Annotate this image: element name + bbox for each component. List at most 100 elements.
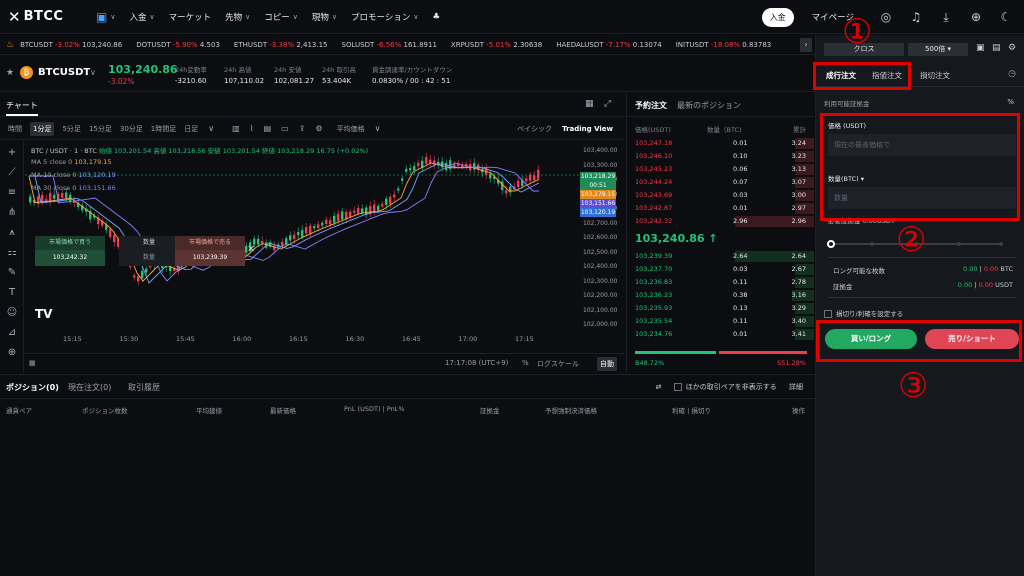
user-icon[interactable]: ◎ bbox=[878, 9, 894, 25]
clock-icon[interactable]: ◷ bbox=[1008, 69, 1016, 79]
book-row-ask[interactable]: 103,242.32 2.96 2.96 bbox=[627, 215, 814, 228]
tf-5m[interactable]: 5分足 bbox=[62, 124, 80, 134]
btcc-logo[interactable]: ✕ BTCC bbox=[8, 8, 82, 26]
book-row-bid[interactable]: 103,235.93 0.13 3.29 bbox=[627, 302, 814, 315]
tf-15m[interactable]: 15分足 bbox=[89, 124, 112, 134]
chevron-down-icon[interactable]: ∨ bbox=[208, 124, 214, 133]
forecast-icon[interactable]: ⚏ bbox=[5, 247, 19, 258]
zoom-icon[interactable]: ⊕ bbox=[5, 347, 19, 358]
tab-order-book[interactable]: 予約注文 bbox=[635, 100, 667, 111]
book-row-ask[interactable]: 103,245.23 0.06 3.13 bbox=[627, 163, 814, 176]
symbol-name[interactable]: BTCUSDT bbox=[38, 67, 90, 78]
book-row-ask[interactable]: 103,244.24 0.07 3.07 bbox=[627, 176, 814, 189]
book-row-bid[interactable]: 103,235.54 0.11 3.40 bbox=[627, 315, 814, 328]
price-type-select[interactable]: 平均価格 bbox=[337, 124, 365, 134]
chevron-right-icon[interactable]: › bbox=[800, 38, 812, 52]
book-row-bid[interactable]: 103,239.39 2.64 2.64 bbox=[627, 250, 814, 263]
mode-basic[interactable]: ベイシック bbox=[517, 125, 552, 133]
tf-30m[interactable]: 30分足 bbox=[120, 124, 143, 134]
ticker-item[interactable]: XRPUSDT -5.01% 2.30638 bbox=[451, 41, 542, 49]
chart-sell-market-box[interactable]: 市場価格で売る 103,239.39 bbox=[175, 236, 245, 266]
candlestick-chart[interactable] bbox=[25, 141, 625, 333]
log-scale-toggle[interactable]: ログスケール bbox=[537, 359, 579, 369]
bell-icon[interactable]: ♫ bbox=[908, 9, 924, 25]
book-icon[interactable]: ▤ bbox=[992, 43, 1001, 53]
download-icon[interactable]: ⤓ bbox=[938, 9, 954, 25]
calculator-icon[interactable]: ▣ bbox=[976, 43, 985, 53]
chart-qty-box[interactable]: 数量 数量 bbox=[119, 236, 179, 266]
percent-icon[interactable]: % bbox=[1007, 98, 1014, 106]
nav-spot[interactable]: 現物 ∨ bbox=[312, 11, 337, 23]
brush-icon[interactable]: ✎ bbox=[5, 267, 19, 278]
ticker-item[interactable]: HAEDALUSDT -7.17% 0.13074 bbox=[556, 41, 662, 49]
ticker-item[interactable]: DOTUSDT -5.90% 4.503 bbox=[136, 41, 220, 49]
pattern-icon[interactable]: ⩚ bbox=[5, 227, 19, 238]
mode-tradingview[interactable]: Trading View bbox=[562, 125, 613, 133]
leverage-button[interactable]: 500倍 ▾ bbox=[908, 43, 968, 56]
tf-1d[interactable]: 日足 bbox=[184, 124, 198, 134]
ticker-item[interactable]: ETHUSDT -3.38% 2,413.15 bbox=[234, 41, 328, 49]
settings-icon[interactable]: ⚙ bbox=[315, 124, 322, 133]
horizontal-lines-icon[interactable]: ≡ bbox=[5, 187, 19, 198]
text-icon[interactable]: T bbox=[5, 287, 19, 298]
book-row-ask[interactable]: 103,242.87 0.01 2.97 bbox=[627, 202, 814, 215]
nav-copy[interactable]: コピー ∨ bbox=[264, 11, 298, 23]
candle-type-icon[interactable]: ▥ bbox=[232, 124, 240, 133]
tab-positions[interactable]: ポジション(0) bbox=[6, 382, 59, 393]
gear-icon[interactable]: ⚙ bbox=[1008, 43, 1016, 53]
book-row-ask[interactable]: 103,247.18 0.01 3.24 bbox=[627, 137, 814, 150]
slider-mark[interactable] bbox=[957, 242, 961, 246]
chevron-down-icon[interactable]: ∨ bbox=[90, 68, 96, 77]
calendar-icon[interactable]: ▦ bbox=[29, 359, 36, 367]
fullscreen-icon[interactable]: ⤢ bbox=[604, 99, 611, 109]
ticker-item[interactable]: INITUSDT -18.08% 0.83783 bbox=[676, 41, 772, 49]
deposit-button[interactable]: 入金 bbox=[761, 7, 794, 27]
price-chart[interactable]: BTC / USDT · 1 · BTC 始値 103,201.54 高値 10… bbox=[25, 141, 625, 353]
percent-toggle[interactable]: % bbox=[522, 359, 529, 367]
book-row-bid[interactable]: 103,234.76 0.01 3.41 bbox=[627, 328, 814, 341]
mascot-icon[interactable]: ♣ bbox=[433, 12, 441, 22]
share-icon[interactable]: ⇪ bbox=[299, 124, 306, 133]
slider-mark[interactable] bbox=[870, 242, 874, 246]
book-row-bid[interactable]: 103,236.83 0.11 2.78 bbox=[627, 276, 814, 289]
star-icon[interactable]: ★ bbox=[6, 68, 14, 78]
sort-icon[interactable]: ⇄ bbox=[656, 383, 662, 391]
tab-trade-history[interactable]: 取引履歴 bbox=[128, 382, 160, 393]
nav-deposit[interactable]: 入金 ∨ bbox=[129, 11, 154, 23]
ruler-icon[interactable]: ⊿ bbox=[5, 327, 19, 338]
indicator-icon[interactable]: ⌇ bbox=[250, 124, 254, 133]
ticker-item[interactable]: SOLUSDT -6.56% 161.8911 bbox=[342, 41, 437, 49]
book-row-bid[interactable]: 103,237.70 0.03 2.67 bbox=[627, 263, 814, 276]
auto-scale-button[interactable]: 自動 bbox=[597, 357, 617, 371]
slider-mark[interactable] bbox=[999, 242, 1003, 246]
tab-latest-trades[interactable]: 最新のポジション bbox=[677, 100, 741, 111]
book-row-ask[interactable]: 103,246.10 0.10 3.23 bbox=[627, 150, 814, 163]
tpsl-option[interactable]: 損切り/利確を設定する bbox=[824, 308, 903, 318]
nav-futures[interactable]: 先物 ∨ bbox=[225, 11, 250, 23]
chart-buy-market-box[interactable]: 市場価格で買う 103,242.32 bbox=[35, 236, 105, 266]
nav-promotion[interactable]: プロモーション ∨ bbox=[351, 11, 418, 23]
book-row-ask[interactable]: 103,243.69 0.03 3.00 bbox=[627, 189, 814, 202]
nav-market[interactable]: マーケット bbox=[169, 11, 212, 23]
book-row-bid[interactable]: 103,236.23 0.38 3.16 bbox=[627, 289, 814, 302]
tf-time[interactable]: 時間 bbox=[8, 124, 22, 134]
close-icon[interactable]: ✕ bbox=[247, 244, 255, 255]
tf-1h[interactable]: 1時間足 bbox=[151, 124, 176, 134]
crosshair-icon[interactable]: + bbox=[5, 147, 19, 158]
tpsl-checkbox[interactable] bbox=[824, 310, 832, 318]
grid-icon[interactable]: ▦ bbox=[585, 99, 594, 109]
compare-icon[interactable]: ▭ bbox=[281, 124, 289, 133]
tf-1m[interactable]: 1分足 bbox=[30, 121, 55, 136]
globe-icon[interactable]: ⊕ bbox=[968, 9, 984, 25]
tab-chart[interactable]: チャート bbox=[6, 100, 38, 116]
gift-icon[interactable]: ▣ ∨ bbox=[96, 10, 115, 24]
detail-link[interactable]: 詳細 bbox=[789, 383, 803, 391]
tab-open-orders[interactable]: 現在注文(0) bbox=[68, 382, 111, 393]
moon-icon[interactable]: ☾ bbox=[998, 9, 1014, 25]
emoji-icon[interactable]: ☺ bbox=[5, 307, 19, 318]
hide-pairs-checkbox[interactable] bbox=[673, 383, 682, 391]
fib-icon[interactable]: ⋔ bbox=[5, 207, 19, 218]
ticker-item[interactable]: BTCUSDT -3.02% 103,240.86 bbox=[20, 41, 122, 49]
slider-handle[interactable] bbox=[827, 240, 835, 248]
template-icon[interactable]: ▤ bbox=[264, 124, 272, 133]
